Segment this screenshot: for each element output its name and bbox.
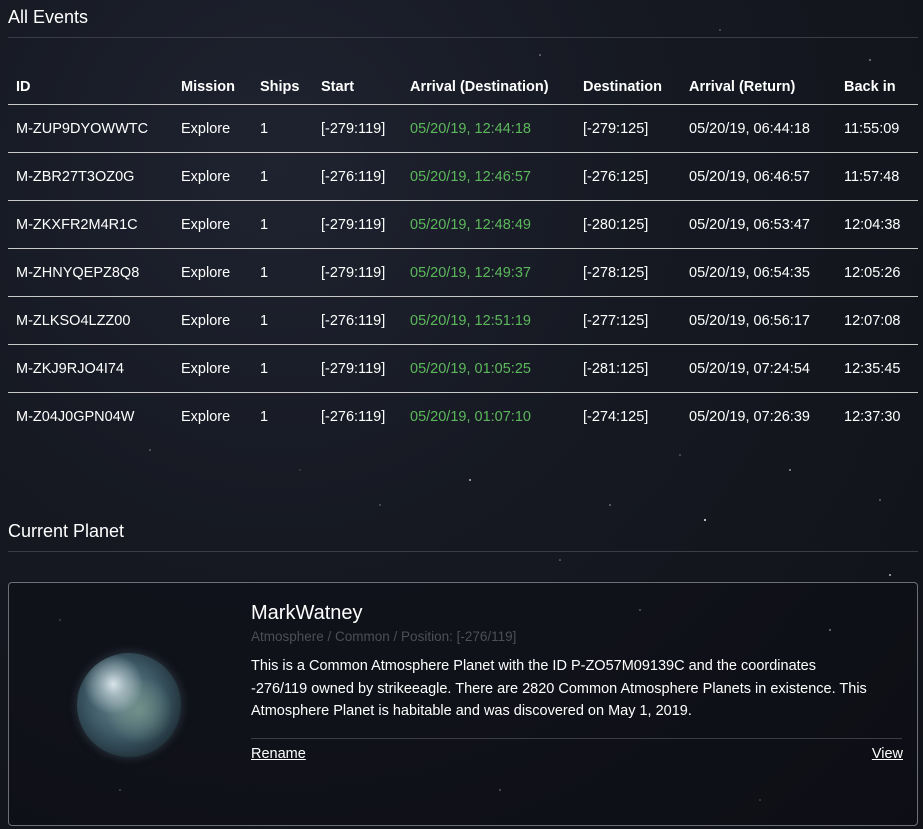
event-arrival-destination: 05/20/19, 12:49:37 <box>402 248 575 297</box>
event-id: M-ZKXFR2M4R1C <box>8 200 173 249</box>
event-arrival-destination: 05/20/19, 01:05:25 <box>402 344 575 393</box>
column-header-back-in: Back in <box>836 70 918 105</box>
event-mission: Explore <box>173 344 252 393</box>
events-table: ID Mission Ships Start Arrival (Destinat… <box>8 70 918 440</box>
event-id: M-ZUP9DYOWWTC <box>8 104 173 153</box>
view-link[interactable]: View <box>872 746 903 762</box>
event-arrival-return: 05/20/19, 07:26:39 <box>689 408 810 425</box>
column-header-arrival-return: Arrival (Return) <box>681 70 836 105</box>
column-header-destination: Destination <box>575 70 681 105</box>
event-id: M-ZBR27T3OZ0G <box>8 152 173 201</box>
event-id: M-ZHNYQEPZ8Q8 <box>8 248 173 297</box>
event-destination: [-276:125] <box>575 152 681 201</box>
column-header-ships: Ships <box>252 70 313 105</box>
event-arrival-return: 05/20/19, 07:24:54 <box>681 344 836 393</box>
event-start: [-279:119] <box>313 344 402 393</box>
rename-link[interactable]: Rename <box>251 746 306 762</box>
event-ships: 1 <box>252 152 313 201</box>
event-arrival-return: 05/20/19, 06:44:18 <box>681 104 836 153</box>
event-destination: [-278:125] <box>575 248 681 297</box>
event-ships: 1 <box>252 248 313 297</box>
event-back-in: 12:04:38 <box>836 200 918 249</box>
event-arrival-return: 05/20/19, 06:53:47 <box>681 200 836 249</box>
planet-card: MarkWatney Atmosphere / Common / Positio… <box>8 582 918 826</box>
event-start: [-279:119] <box>313 104 402 153</box>
event-destination: [-277:125] <box>575 296 681 345</box>
event-ships: 1 <box>252 200 313 249</box>
table-row: M-ZUP9DYOWWTC Explore 1 [-279:119] 05/20… <box>8 104 918 153</box>
column-header-mission: Mission <box>173 70 252 105</box>
event-mission: Explore <box>181 408 231 425</box>
planet-divider <box>8 551 918 552</box>
event-back-in: 12:05:26 <box>836 248 918 297</box>
planet-icon <box>77 653 181 757</box>
table-row: M-Z04J0GPN04W Explore 1 [-276:119] 05/20… <box>8 393 918 441</box>
event-id: M-ZKJ9RJO4I74 <box>8 344 173 393</box>
event-arrival-return: 05/20/19, 06:46:57 <box>681 152 836 201</box>
event-destination: [-281:125] <box>575 344 681 393</box>
event-back-in: 11:57:48 <box>836 152 918 201</box>
table-row: M-ZKXFR2M4R1C Explore 1 [-279:119] 05/20… <box>8 200 918 249</box>
event-id: M-ZLKSO4LZZ00 <box>8 296 173 345</box>
event-arrival-destination: 05/20/19, 01:07:10 <box>410 408 531 425</box>
event-mission: Explore <box>173 104 252 153</box>
all-events-title: All Events <box>8 7 89 27</box>
event-arrival-return: 05/20/19, 06:54:35 <box>681 248 836 297</box>
event-start: [-276:119] <box>313 152 402 201</box>
event-arrival-destination: 05/20/19, 12:48:49 <box>402 200 575 249</box>
event-ships: 1 <box>252 296 313 345</box>
events-divider <box>8 37 918 38</box>
column-header-arrival-destination: Arrival (Destination) <box>402 70 575 105</box>
planet-name: MarkWatney <box>251 602 363 624</box>
event-arrival-destination: 05/20/19, 12:51:19 <box>402 296 575 345</box>
event-start: [-276:119] <box>313 296 402 345</box>
event-mission: Explore <box>173 248 252 297</box>
event-ships: 1 <box>252 104 313 153</box>
table-row: M-ZHNYQEPZ8Q8 Explore 1 [-279:119] 05/20… <box>8 248 918 297</box>
event-start: [-276:119] <box>321 408 386 425</box>
card-divider <box>251 738 902 739</box>
event-arrival-destination: 05/20/19, 12:44:18 <box>402 104 575 153</box>
event-mission: Explore <box>173 152 252 201</box>
event-start: [-279:119] <box>313 200 402 249</box>
event-mission: Explore <box>173 296 252 345</box>
events-header-row: ID Mission Ships Start Arrival (Destinat… <box>8 70 918 105</box>
event-destination: [-279:125] <box>575 104 681 153</box>
event-back-in: 12:37:30 <box>844 408 901 425</box>
column-header-start: Start <box>313 70 402 105</box>
table-row: M-ZLKSO4LZZ00 Explore 1 [-276:119] 05/20… <box>8 296 918 345</box>
table-row: M-ZBR27T3OZ0G Explore 1 [-276:119] 05/20… <box>8 152 918 201</box>
planet-subtitle: Atmosphere / Common / Position: [-276/11… <box>251 629 517 644</box>
event-mission: Explore <box>173 200 252 249</box>
event-back-in: 12:35:45 <box>836 344 918 393</box>
event-destination: [-280:125] <box>575 200 681 249</box>
planet-description: This is a Common Atmosphere Planet with … <box>251 658 867 719</box>
column-header-id: ID <box>8 70 173 105</box>
event-id: M-Z04J0GPN04W <box>16 408 135 425</box>
event-destination: [-274:125] <box>583 408 649 425</box>
event-arrival-return: 05/20/19, 06:56:17 <box>681 296 836 345</box>
event-ships: 1 <box>260 408 269 425</box>
event-start: [-279:119] <box>313 248 402 297</box>
event-back-in: 11:55:09 <box>836 104 918 153</box>
event-ships: 1 <box>252 344 313 393</box>
event-arrival-destination: 05/20/19, 12:46:57 <box>402 152 575 201</box>
current-planet-title: Current Planet <box>8 521 125 541</box>
event-back-in: 12:07:08 <box>836 296 918 345</box>
table-row: M-ZKJ9RJO4I74 Explore 1 [-279:119] 05/20… <box>8 344 918 393</box>
